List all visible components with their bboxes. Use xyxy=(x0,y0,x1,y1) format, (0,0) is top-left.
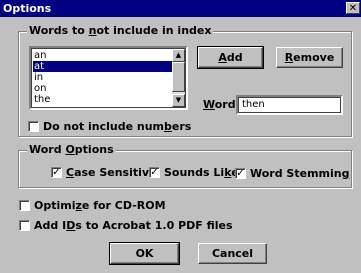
optimize-cdrom-checkbox[interactable]: Optimize for CD-ROM xyxy=(19,199,166,212)
check-icon: ✓ xyxy=(150,167,159,178)
list-item[interactable]: at xyxy=(33,61,174,72)
sounds-like-label: Sounds Like xyxy=(164,166,239,179)
ok-button[interactable]: OK xyxy=(109,242,180,265)
case-sensitive-label: Case Sensitive xyxy=(66,166,157,179)
add-ids-box[interactable] xyxy=(19,220,30,231)
word-options-group-title: Word Options xyxy=(27,143,116,156)
excluded-words-list[interactable]: an at in on the ▲ ▼ xyxy=(29,46,188,110)
index-words-group-title: Words to not include in index xyxy=(27,24,214,37)
no-numbers-box[interactable] xyxy=(28,121,39,132)
scroll-thumb[interactable] xyxy=(172,62,185,92)
no-numbers-checkbox[interactable]: Do not include numbers xyxy=(28,120,191,133)
word-input[interactable]: then xyxy=(236,95,343,115)
list-item[interactable]: on xyxy=(33,83,174,94)
check-icon: ✓ xyxy=(236,168,245,179)
close-icon: ✕ xyxy=(348,3,358,14)
excluded-words-items: an at in on the xyxy=(33,50,174,105)
word-stemming-label: Word Stemming xyxy=(250,167,350,180)
word-stemming-checkbox[interactable]: ✓ Word Stemming xyxy=(235,167,349,180)
word-label: Word: xyxy=(203,98,241,111)
title-bar[interactable]: Options ✕ xyxy=(0,0,361,17)
sounds-like-box[interactable]: ✓ xyxy=(149,167,160,178)
scroll-down-button[interactable]: ▼ xyxy=(172,94,185,107)
window-title: Options xyxy=(3,2,52,15)
no-numbers-label: Do not include numbers xyxy=(43,120,192,133)
add-button[interactable]: Add xyxy=(197,46,264,69)
list-item[interactable]: the xyxy=(33,94,174,105)
list-item[interactable]: in xyxy=(33,72,174,83)
remove-button[interactable]: Remove xyxy=(276,47,343,68)
arrow-down-icon: ▼ xyxy=(175,96,182,104)
case-sensitive-checkbox[interactable]: ✓ Case Sensitive xyxy=(51,166,157,179)
add-ids-label: Add IDs to Acrobat 1.0 PDF files xyxy=(34,219,233,232)
arrow-up-icon: ▲ xyxy=(175,51,182,59)
optimize-cdrom-box[interactable] xyxy=(19,200,30,211)
scroll-up-button[interactable]: ▲ xyxy=(172,49,185,62)
word-stemming-box[interactable]: ✓ xyxy=(235,168,246,179)
check-icon: ✓ xyxy=(52,167,61,178)
optimize-cdrom-label: Optimize for CD-ROM xyxy=(34,199,166,212)
list-item[interactable]: an xyxy=(33,50,174,61)
list-scrollbar[interactable]: ▲ ▼ xyxy=(172,49,185,107)
case-sensitive-box[interactable]: ✓ xyxy=(51,167,62,178)
add-ids-checkbox[interactable]: Add IDs to Acrobat 1.0 PDF files xyxy=(19,219,233,232)
cancel-button[interactable]: Cancel xyxy=(198,243,267,264)
close-button[interactable]: ✕ xyxy=(346,2,360,14)
sounds-like-checkbox[interactable]: ✓ Sounds Like xyxy=(149,166,239,179)
